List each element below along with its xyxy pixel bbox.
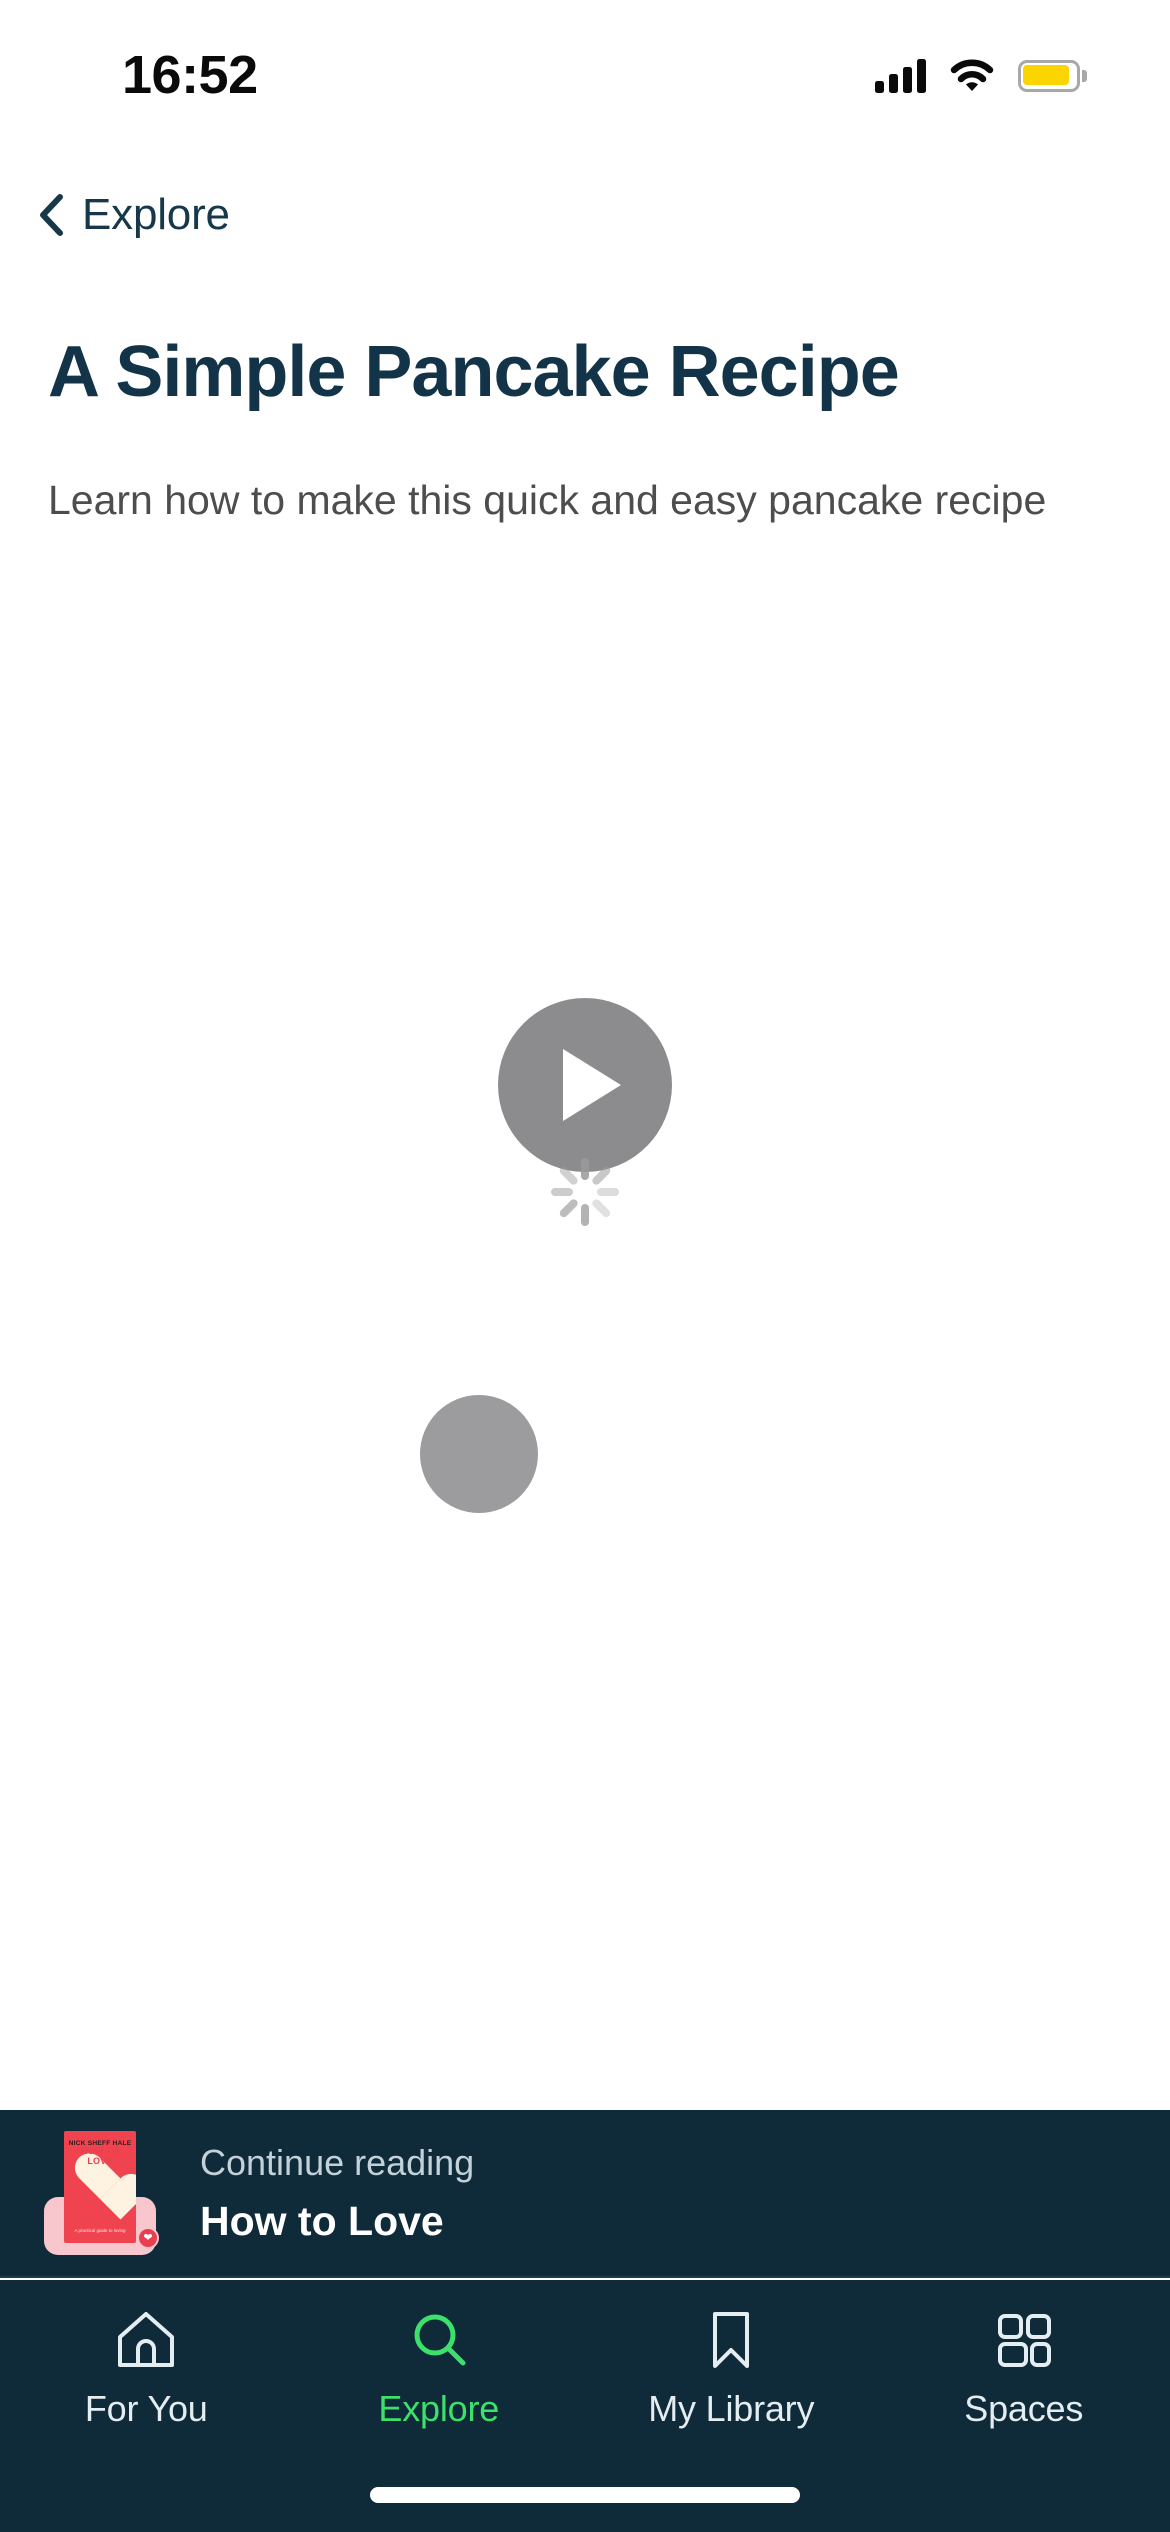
play-icon [498, 998, 672, 1172]
home-icon [112, 2306, 180, 2374]
article-header: A Simple Pancake Recipe Learn how to mak… [0, 330, 1170, 529]
image-placeholder-circle [420, 1395, 538, 1513]
book-cover-thumbnail: NICK SHEFF HALE HOW TO LOVE A practical … [38, 2129, 160, 2257]
back-button[interactable]: Explore [26, 180, 240, 250]
tab-explore[interactable]: Explore [293, 2306, 586, 2430]
book-cover-heading: HOW TO LOVE [80, 2146, 120, 2167]
tab-spaces[interactable]: Spaces [878, 2306, 1170, 2430]
grid-icon [990, 2306, 1058, 2374]
status-time: 16:52 [122, 45, 258, 105]
back-button-label: Explore [82, 190, 230, 239]
media-content-area [0, 880, 1170, 2090]
chevron-left-icon [36, 193, 66, 237]
status-bar: 16:52 [0, 0, 1170, 132]
page-title: A Simple Pancake Recipe [48, 332, 900, 412]
tab-my-library[interactable]: My Library [585, 2306, 878, 2430]
tab-label-spaces: Spaces [964, 2388, 1084, 2429]
continue-reading-label: Continue reading [200, 2142, 475, 2183]
continue-reading-title: How to Love [200, 2197, 444, 2244]
loading-spinner-icon [545, 1152, 625, 1232]
tab-for-you[interactable]: For You [0, 2306, 293, 2430]
continue-reading-bar[interactable]: NICK SHEFF HALE HOW TO LOVE A practical … [0, 2110, 1170, 2278]
tab-bar: For You Explore My Library Spaces [0, 2280, 1170, 2466]
battery-icon [1018, 60, 1087, 92]
book-cover-subtitle: A practical guide to loving [74, 2228, 126, 2234]
article-subtitle: Learn how to make this quick and easy pa… [48, 476, 1047, 523]
bookmark-icon [697, 2306, 765, 2374]
tab-label-for-you: For You [84, 2388, 208, 2429]
play-button[interactable] [498, 998, 672, 1172]
cellular-signal-icon [875, 59, 926, 93]
app-screen: 16:52 Explore A Simple Pancake Recipe Le… [0, 0, 1170, 2532]
wifi-icon [950, 59, 994, 93]
home-indicator-bar[interactable] [370, 2487, 800, 2503]
continue-reading-text: Continue reading How to Love [200, 2140, 474, 2246]
search-icon [405, 2306, 473, 2374]
tab-label-explore: Explore [378, 2388, 500, 2429]
heart-badge-icon: ❤ [137, 2227, 159, 2249]
tab-label-my-library: My Library [648, 2388, 815, 2429]
home-indicator-area [0, 2466, 1170, 2532]
status-indicators [875, 59, 1087, 93]
